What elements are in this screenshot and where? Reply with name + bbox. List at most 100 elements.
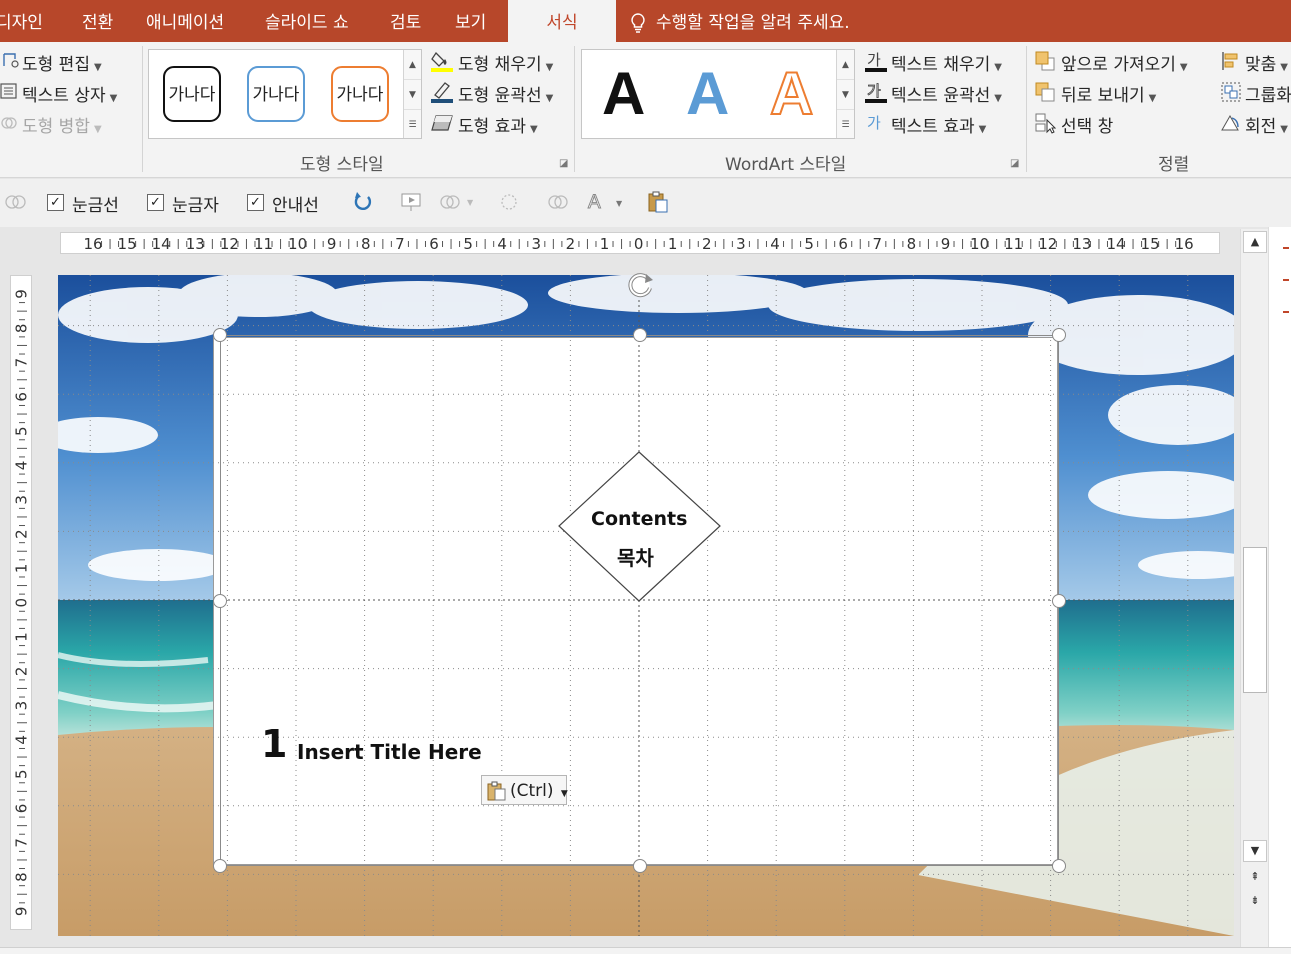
send-backward-button[interactable]: 뒤로 보내기 ▼ xyxy=(1061,81,1156,106)
chevron-down-icon: ▼ xyxy=(560,789,568,799)
gallery-more-icon[interactable]: ☰ xyxy=(404,110,421,140)
shape-style-preset-orange[interactable]: 가나다 xyxy=(331,66,389,122)
bring-forward-icon xyxy=(1035,51,1055,71)
shape-outline-button[interactable]: 도형 윤곽선 ▼ xyxy=(458,81,553,106)
gridlines-label: 눈금선 xyxy=(72,196,119,216)
send-backward-icon xyxy=(1035,82,1055,102)
vertical-scrollbar[interactable]: ▲ ▼ ⇞ ⇟ xyxy=(1240,229,1268,947)
ruler-label: 5 xyxy=(463,235,473,253)
group-separator xyxy=(142,46,143,172)
next-slide-icon[interactable]: ⇟ xyxy=(1243,891,1267,913)
edit-shape-button[interactable]: 도형 편집 ▼ xyxy=(22,50,102,75)
shape-effects-button[interactable]: 도형 효과 ▼ xyxy=(458,112,538,137)
ruler-label: 6 xyxy=(429,235,439,253)
shape-fill-button[interactable]: 도형 채우기 ▼ xyxy=(458,50,553,75)
diamond-subtitle-text[interactable]: 목차 xyxy=(617,542,654,571)
merge-shapes-quick-icon[interactable] xyxy=(4,192,28,212)
scroll-down-icon[interactable]: ▼ xyxy=(1243,840,1267,862)
wordart-styles-gallery[interactable]: A A A ▲ ▼ ☰ xyxy=(581,49,855,139)
ruler-label: 15 xyxy=(118,235,137,253)
merge-shapes-button[interactable]: 도형 병합 ▼ xyxy=(22,112,102,137)
tab-review[interactable]: 검토 xyxy=(390,0,421,42)
ruler-label: 10 xyxy=(288,235,307,253)
shape-styles-gallery-scroll[interactable]: ▲ ▼ ☰ xyxy=(403,50,421,138)
wordart-preset-black[interactable]: A xyxy=(602,60,645,128)
ruler-label: 7 xyxy=(13,838,31,848)
ruler-label: 0 xyxy=(13,598,31,608)
ruler-label: 10 xyxy=(970,235,989,253)
text-outline-button[interactable]: 텍스트 윤곽선 ▼ xyxy=(891,81,1002,106)
ruler-checkbox[interactable]: ✓ xyxy=(147,194,164,211)
wordart-preset-orange-outline[interactable]: A xyxy=(769,59,814,128)
ruler-label: 11 xyxy=(1004,235,1023,253)
ruler-label: 8 xyxy=(907,235,917,253)
ruler-label: 4 xyxy=(770,235,780,253)
gallery-down-icon[interactable]: ▼ xyxy=(404,80,421,110)
tab-transitions[interactable]: 전환 xyxy=(82,0,113,42)
guides-checkbox[interactable]: ✓ xyxy=(247,194,264,211)
shape-styles-gallery[interactable]: 가나다 가나다 가나다 ▲ ▼ ☰ xyxy=(148,49,422,139)
font-color-icon[interactable]: A ▼ xyxy=(586,191,626,214)
selection-pane-button[interactable]: 선택 창 xyxy=(1061,112,1113,137)
text-box-button[interactable]: 텍스트 상자 ▼ xyxy=(22,81,117,106)
paste-icon[interactable] xyxy=(646,190,670,214)
tell-me-search[interactable]: 수행할 작업을 알려 주세요. xyxy=(630,0,850,42)
ruler-label: 13 xyxy=(186,235,205,253)
ruler-label: 7 xyxy=(395,235,405,253)
resize-handle-top[interactable] xyxy=(633,328,647,342)
shape-intersect-icon[interactable] xyxy=(546,191,570,213)
merge-shapes-icon xyxy=(1,117,17,129)
ruler-label: 눈금자 xyxy=(172,196,219,216)
bring-forward-button[interactable]: 앞으로 가져오기 ▼ xyxy=(1061,50,1188,75)
resize-handle-left[interactable] xyxy=(213,594,227,608)
resize-handle-top-left[interactable] xyxy=(213,328,227,342)
rotate-button[interactable]: 회전 ▼ xyxy=(1245,112,1288,137)
redo-icon[interactable] xyxy=(352,191,374,213)
wordart-styles-launcher-icon[interactable]: ◪ xyxy=(1010,158,1019,169)
vertical-ruler: 9 8 7 6 5 4 3 2 1 0 1 2 3 4 5 6 7 8 9 xyxy=(10,275,32,930)
tab-slide-show[interactable]: 슬라이드 쇼 xyxy=(265,0,349,42)
gridlines-checkbox[interactable]: ✓ xyxy=(47,194,64,211)
gallery-up-icon[interactable]: ▲ xyxy=(837,50,854,80)
ruler-label: 9 xyxy=(941,235,951,253)
slideshow-from-current-icon[interactable] xyxy=(400,191,426,213)
shape-styles-launcher-icon[interactable]: ◪ xyxy=(559,158,568,169)
tab-format[interactable]: 서식 xyxy=(508,0,616,42)
shape-style-preset-black[interactable]: 가나다 xyxy=(163,66,221,122)
ruler-label: 5 xyxy=(13,426,31,436)
wordart-preset-blue[interactable]: A xyxy=(686,60,729,128)
scroll-thumb[interactable] xyxy=(1243,547,1267,693)
shape-fragment-icon[interactable] xyxy=(498,191,522,213)
item-title-text[interactable]: Insert Title Here xyxy=(297,740,482,764)
paste-options-button[interactable]: (Ctrl) ▼ xyxy=(481,775,568,805)
previous-slide-icon[interactable]: ⇞ xyxy=(1243,867,1267,889)
item-number-text[interactable]: 1 xyxy=(261,722,287,766)
shape-union-icon[interactable]: ▼ xyxy=(438,191,474,213)
ruler-label: 8 xyxy=(13,872,31,882)
gallery-up-icon[interactable]: ▲ xyxy=(404,50,421,80)
wordart-gallery-scroll[interactable]: ▲ ▼ ☰ xyxy=(836,50,854,138)
text-fill-icon: 가 xyxy=(865,51,887,72)
tab-view[interactable]: 보기 xyxy=(455,0,486,42)
gallery-more-icon[interactable]: ☰ xyxy=(837,110,854,140)
resize-handle-right[interactable] xyxy=(1052,594,1066,608)
rotate-handle-icon[interactable] xyxy=(624,268,658,302)
text-effects-button[interactable]: 텍스트 효과 ▼ xyxy=(891,112,986,137)
group-button[interactable]: 그룹화 xyxy=(1245,81,1291,106)
tab-animations[interactable]: 애니메이션 xyxy=(146,0,224,42)
group-icon xyxy=(1221,82,1241,102)
scroll-up-icon[interactable]: ▲ xyxy=(1243,231,1267,253)
gallery-down-icon[interactable]: ▼ xyxy=(837,80,854,110)
ruler-label: 2 xyxy=(566,235,576,253)
ruler-label: 9 xyxy=(13,907,31,917)
resize-handle-top-right[interactable] xyxy=(1052,328,1066,342)
text-fill-button[interactable]: 텍스트 채우기 ▼ xyxy=(891,50,1002,75)
tab-design[interactable]: 디자인 xyxy=(0,0,43,42)
align-button[interactable]: 맞춤 ▼ xyxy=(1245,50,1288,75)
resize-handle-bottom[interactable] xyxy=(633,859,647,873)
svg-text:A: A xyxy=(588,192,601,213)
resize-handle-bottom-right[interactable] xyxy=(1052,859,1066,873)
shape-style-preset-blue[interactable]: 가나다 xyxy=(247,66,305,122)
resize-handle-bottom-left[interactable] xyxy=(213,859,227,873)
diamond-title-text[interactable]: Contents xyxy=(591,508,687,530)
